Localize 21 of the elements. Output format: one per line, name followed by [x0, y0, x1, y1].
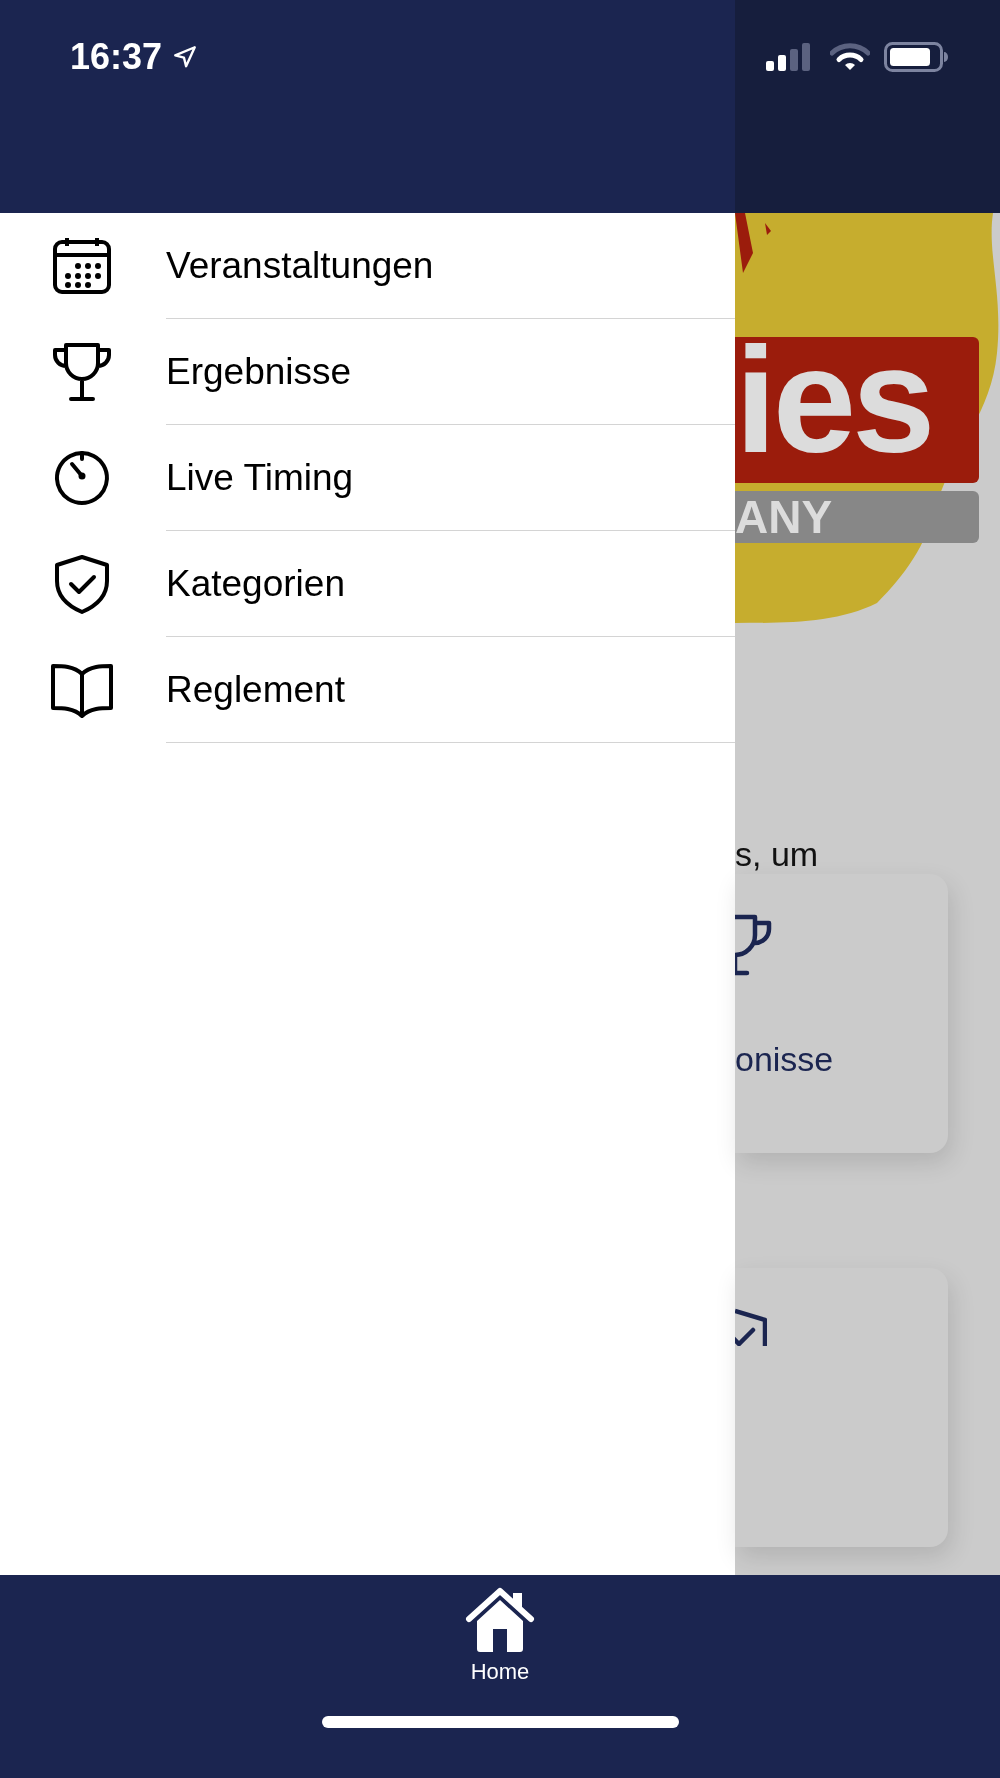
wifi-icon: [830, 42, 870, 72]
timer-icon: [52, 448, 112, 508]
battery-icon: [884, 42, 948, 72]
menu-item[interactable]: Kategorien: [0, 531, 735, 637]
calendar-icon: [52, 236, 112, 296]
shield-check-icon: [52, 554, 112, 614]
menu-item[interactable]: Reglement: [0, 637, 735, 743]
home-tab[interactable]: Home: [465, 1587, 535, 1685]
menu-card[interactable]: onisse: [735, 874, 948, 1153]
signal-icon: [766, 43, 812, 71]
menu-item[interactable]: Ergebnisse: [0, 319, 735, 425]
trophy-icon: [52, 342, 112, 402]
menu-item[interactable]: Veranstaltungen: [0, 213, 735, 319]
menu-card[interactable]: [735, 1268, 948, 1547]
home-icon: [465, 1587, 535, 1653]
location-arrow-icon: [172, 44, 199, 70]
status-time: 16:37: [70, 36, 163, 78]
intro-text: s, um: [735, 835, 820, 874]
logo-drawing: ies ANY: [735, 213, 1000, 620]
menu-item[interactable]: Live Timing: [0, 425, 735, 531]
shield-check-icon: [735, 1308, 767, 1346]
